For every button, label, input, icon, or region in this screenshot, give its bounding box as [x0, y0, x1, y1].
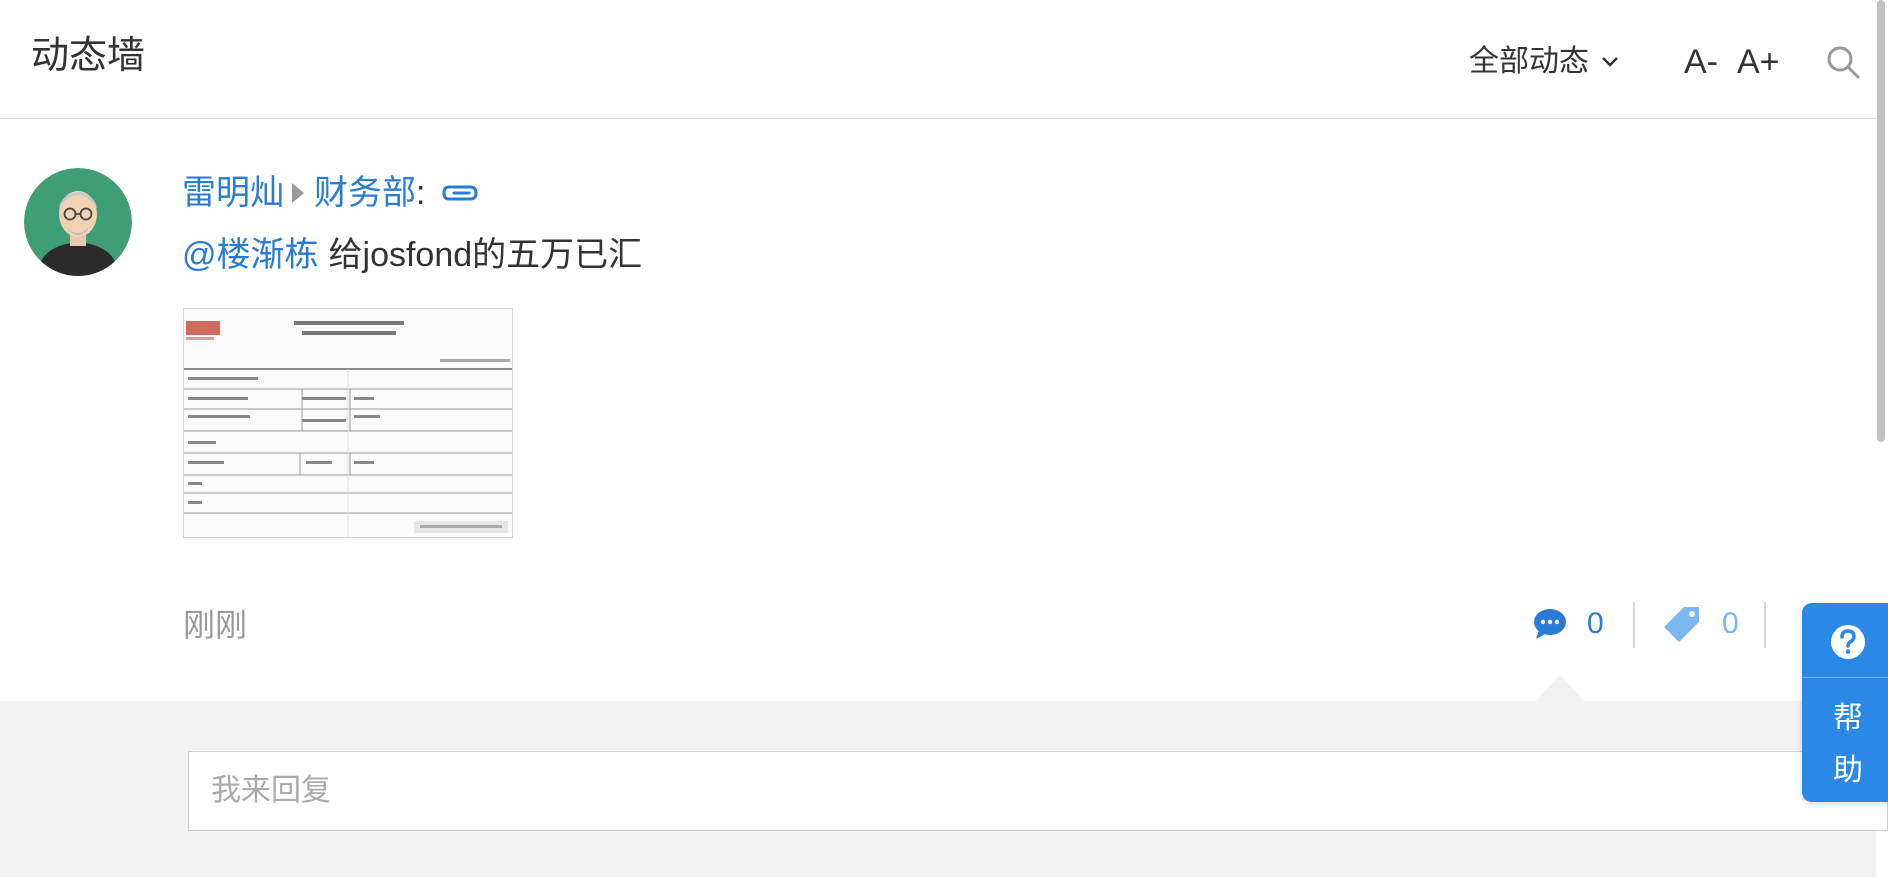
comment-bubble-icon [1534, 609, 1566, 639]
reply-pointer [1536, 675, 1584, 701]
post-timestamp: 刚刚 [183, 607, 248, 643]
post-content: @楼渐栋 给josfond的五万已汇 [182, 232, 642, 278]
post-author-line: 雷明灿 财务部 : [182, 170, 481, 216]
comment-button[interactable]: 0 [1533, 604, 1604, 644]
stat-divider [1764, 602, 1766, 648]
tag-button[interactable]: 0 [1662, 604, 1739, 644]
help-label-char-1: 帮 [1833, 702, 1863, 735]
avatar[interactable] [24, 168, 132, 276]
feed-filter-label: 全部动态 [1469, 45, 1589, 78]
help-label-char-2: 助 [1833, 754, 1863, 787]
department-link[interactable]: 财务部 [314, 170, 416, 216]
help-divider [1802, 677, 1888, 678]
search-icon[interactable] [1825, 44, 1861, 80]
scrollbar-thumb[interactable] [1877, 0, 1885, 442]
help-label: 帮 助 [1802, 693, 1888, 797]
help-button[interactable]: 帮 助 [1802, 603, 1888, 802]
font-increase-button[interactable]: A+ [1737, 40, 1780, 84]
author-name-link[interactable]: 雷明灿 [182, 170, 284, 216]
stat-divider [1633, 602, 1635, 648]
post-text: 给josfond的五万已汇 [328, 236, 643, 274]
tag-icon [1664, 607, 1699, 642]
receipt-image [184, 309, 512, 537]
mention-link[interactable]: @楼渐栋 [182, 236, 319, 274]
tag-count: 0 [1722, 607, 1739, 640]
page-header: 动态墙 全部动态 A- A+ [0, 0, 1876, 119]
page-title: 动态墙 [31, 35, 146, 77]
feed-filter-dropdown[interactable]: 全部动态 [1469, 42, 1619, 82]
avatar-image [24, 168, 132, 276]
font-decrease-button[interactable]: A- [1684, 40, 1718, 84]
reply-input[interactable] [188, 751, 1888, 831]
comment-count: 0 [1587, 607, 1604, 640]
paperclip-icon [442, 185, 478, 201]
attachment-thumbnail[interactable] [183, 308, 513, 538]
question-circle-icon [1831, 625, 1865, 659]
caret-right-icon [292, 183, 304, 203]
chevron-down-icon [1602, 57, 1618, 67]
author-colon: : [416, 174, 426, 212]
